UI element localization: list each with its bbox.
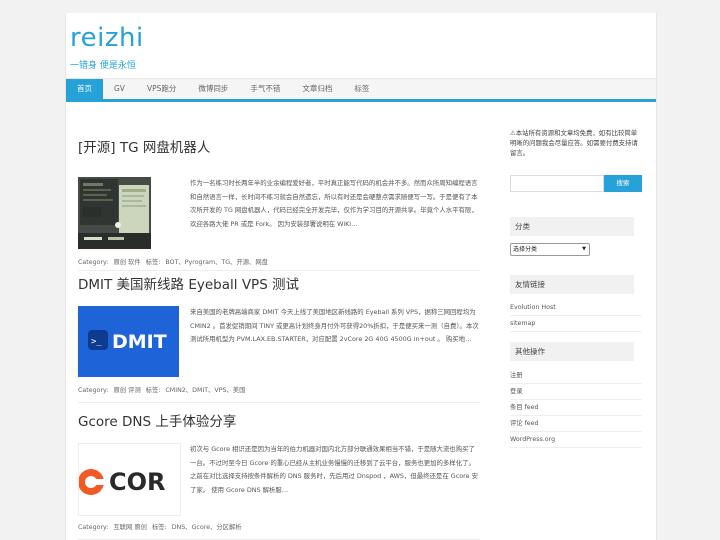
search-button[interactable]: 搜索 [604, 175, 642, 192]
post-excerpt: 来自美国的老牌高端商家 DMIT 今天上线了美国地区新线路的 Eyeball 系… [190, 308, 479, 343]
tags-label: 标签: [151, 524, 167, 531]
site-title[interactable]: reizhi [70, 21, 144, 55]
sidebar-link-evolution-host[interactable]: Evolution Host [510, 300, 642, 316]
sidebar-link-entries-feed[interactable]: 条目 feed [510, 400, 642, 416]
gcore-logo-image: COR [79, 444, 180, 515]
nav-item-lucky[interactable]: 手气不错 [239, 79, 291, 99]
sidebar-link-sitemap[interactable]: sitemap [510, 316, 642, 332]
post-categories[interactable]: 互联网 原创 [113, 524, 147, 531]
main-navigation: 首页 GV VPS跑分 微博同步 手气不错 文章归档 标签 [66, 78, 656, 102]
widget-title-links: 友情链接 [510, 275, 634, 294]
post-item: Gcore DNS 上手体验分享 COR 初次与 Gcore 相识还是因为当年的… [78, 411, 480, 540]
post-thumbnail-gcore[interactable]: COR [78, 443, 181, 516]
post-meta: Category: 原创 软件 标签: BOT、Pyrogram、TG、开源、网… [78, 257, 271, 266]
post-excerpt: 作为一名练习时长两年半的业余编程爱好者，平时真正能写代码的机会并不多。然而众所周… [190, 179, 478, 228]
post-tags[interactable]: BOT、Pyrogram、TG、开源、网盘 [165, 259, 268, 266]
tags-label: 标签: [145, 387, 161, 394]
sidebar-link-comments-feed[interactable]: 评论 feed [510, 416, 642, 432]
post-excerpt: 初次与 Gcore 相识还是因为当年的伯力机器对国内北方部分联通效果相当不错，于… [190, 445, 478, 494]
search-form: 搜索 [510, 175, 643, 192]
sidebar-notice: ⚠本站所有资源和文章均免费，如有比较简单明晰的问题我会尽量应答。如需要付费支持请… [510, 129, 638, 157]
post-meta: Category: 原创 评测 标签: CMIN2、DMIT、VPS、美国 [78, 385, 248, 394]
post-title[interactable]: [开源] TG 网盘机器人 [78, 137, 480, 159]
post-title[interactable]: Gcore DNS 上手体验分享 [78, 411, 480, 433]
sidebar-link-wordpress[interactable]: WordPress.org [510, 432, 642, 448]
widget-title-categories: 分类 [510, 217, 634, 236]
post-tags[interactable]: CMIN2、DMIT、VPS、美国 [165, 387, 245, 394]
nav-item-weibo-sync[interactable]: 微博同步 [187, 79, 239, 99]
widget-title-other: 其他操作 [510, 342, 634, 361]
post-meta: Category: 互联网 原创 标签: DNS、Gcore、分区解析 [78, 522, 245, 531]
post-item: DMIT 美国新线路 Eyeball VPS 测试 >_ DMIT 来自美国的老… [78, 274, 480, 403]
gcore-logo-text: COR [109, 468, 166, 496]
category-label: Category: [78, 524, 109, 531]
nav-item-gv[interactable]: GV [103, 79, 136, 99]
sidebar-link-register[interactable]: 注册 [510, 368, 642, 384]
dmit-prompt: >_ [91, 337, 102, 347]
nav-item-home[interactable]: 首页 [66, 79, 103, 99]
post-thumbnail-dmit[interactable]: >_ DMIT [78, 306, 179, 377]
dmit-logo-image: >_ DMIT [78, 306, 179, 377]
post-thumbnail-tg-bot[interactable] [78, 177, 151, 249]
post-categories[interactable]: 原创 软件 [113, 259, 140, 266]
category-select-value: 选择分类 [513, 246, 538, 253]
post-item: [开源] TG 网盘机器人 作为一名练习时长两年半的业余编程爱好者，平时真正能写… [78, 137, 480, 271]
tags-label: 标签: [145, 259, 161, 266]
site-tagline: 一错身 便是永恒 [70, 61, 136, 71]
category-label: Category: [78, 259, 109, 266]
nav-item-tags[interactable]: 标签 [343, 79, 380, 99]
dmit-logo-text: DMIT [112, 331, 167, 353]
page-container: reizhi 一错身 便是永恒 首页 GV VPS跑分 微博同步 手气不错 文章… [65, 13, 657, 540]
category-select[interactable]: 选择分类 ▼ [510, 243, 590, 256]
nav-item-vps-benchmark[interactable]: VPS跑分 [136, 79, 187, 99]
sidebar-link-login[interactable]: 登录 [510, 384, 642, 400]
tg-bot-screenshot-image [78, 177, 151, 249]
search-input[interactable] [510, 175, 604, 192]
site-branding: reizhi 一错身 便是永恒 [70, 21, 144, 71]
category-label: Category: [78, 387, 109, 394]
post-tags[interactable]: DNS、Gcore、分区解析 [172, 524, 242, 531]
chevron-down-icon: ▼ [582, 246, 586, 252]
nav-item-archive[interactable]: 文章归档 [291, 79, 343, 99]
post-categories[interactable]: 原创 评测 [113, 387, 140, 394]
post-title[interactable]: DMIT 美国新线路 Eyeball VPS 测试 [78, 274, 480, 296]
